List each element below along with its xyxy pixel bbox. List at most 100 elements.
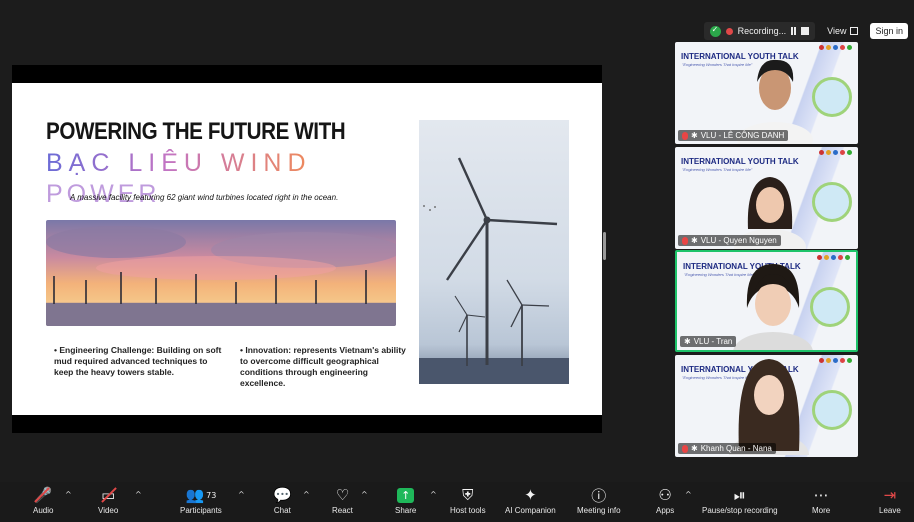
share-screen-icon: ↑ — [397, 487, 415, 503]
meeting-info-label: Meeting info — [577, 506, 621, 515]
pin-icon: ✱ — [684, 337, 691, 346]
zoom-meeting-window: Recording... View Sign in POWERING THE F… — [0, 0, 914, 522]
pause-stop-icon: ⏯ — [733, 486, 746, 504]
leave-label: Leave — [879, 506, 901, 515]
shared-screen: POWERING THE FUTURE WITH BẠC LIÊU WIND P… — [12, 65, 602, 433]
participants-icon: 👥 73 — [185, 486, 217, 504]
pin-icon: ✱ — [691, 131, 698, 140]
top-bar: Recording... View Sign in — [703, 22, 908, 40]
video-button[interactable]: ▭ Video — [98, 486, 118, 515]
audio-label: Audio — [33, 506, 54, 515]
audio-button[interactable]: 🎤 Audio — [33, 486, 53, 515]
stop-recording-icon[interactable] — [801, 27, 810, 35]
share-label: Share — [395, 506, 417, 515]
event-banner-title: INTERNATIONAL YOUTH TALK — [681, 157, 799, 166]
participant-avatar — [727, 355, 811, 457]
chat-options-caret-icon[interactable]: ^ — [303, 490, 310, 499]
video-options-caret-icon[interactable]: ^ — [135, 490, 142, 499]
leave-button[interactable]: ⇥ Leave — [879, 486, 901, 515]
slide-title-line2: BẠC LIÊU WIND — [46, 149, 312, 177]
apps-options-caret-icon[interactable]: ^ — [685, 490, 692, 499]
participant-name-tag: ✱ VLU - LÊ CÔNG DANH — [678, 130, 789, 141]
microphone-muted-icon: 🎤 — [33, 486, 53, 504]
pin-icon: ✱ — [691, 236, 698, 245]
leave-icon: ⇥ — [883, 486, 897, 504]
sponsor-logos — [819, 358, 852, 363]
chat-label: Chat — [273, 506, 291, 515]
mic-muted-icon — [682, 236, 688, 245]
ai-companion-button[interactable]: ✦ AI Companion — [505, 486, 556, 515]
more-dots-icon: ⋯ — [813, 486, 829, 504]
wind-turbine-photo — [419, 120, 569, 384]
view-label: View — [827, 26, 847, 36]
participant-name-tag: ✱ VLU - Tran — [680, 336, 737, 347]
view-button[interactable]: View — [821, 26, 864, 36]
recording-dot-icon — [725, 27, 733, 35]
pause-stop-recording-button[interactable]: ⏯ Pause/stop recording — [702, 486, 778, 515]
video-camera-off-icon: ▭ — [101, 486, 116, 504]
participants-button[interactable]: 👥 73 Participants — [180, 486, 222, 515]
participants-options-caret-icon[interactable]: ^ — [238, 490, 245, 499]
panel-resize-handle[interactable] — [603, 232, 606, 260]
participant-name: VLU - Quyen Nguyen — [700, 236, 777, 245]
participant-tile[interactable]: INTERNATIONAL YOUTH TALK "Engineering Wo… — [675, 42, 858, 144]
recording-label: Recording... — [737, 26, 787, 36]
shield-icon: ⛨ — [462, 486, 474, 504]
offshore-sunset-photo — [46, 220, 396, 326]
participant-name: Khanh Quan - Nana — [700, 444, 772, 453]
info-icon: ⓘ — [591, 486, 607, 505]
innovation-text: • Innovation: represents Vietnam's abili… — [240, 345, 406, 388]
apps-label: Apps — [656, 506, 675, 515]
share-options-caret-icon[interactable]: ^ — [430, 490, 437, 499]
security-shield-icon[interactable] — [709, 25, 721, 37]
event-badge-icon — [812, 77, 852, 117]
participant-tile-active-speaker[interactable]: INTERNATIONAL YOUTH TALK "Engineering Wo… — [675, 250, 858, 352]
react-label: React — [332, 506, 353, 515]
event-badge-icon — [810, 287, 850, 327]
sign-in-button[interactable]: Sign in — [870, 23, 908, 39]
participant-name: VLU - LÊ CÔNG DANH — [700, 131, 785, 140]
heart-icon: ♡ — [335, 486, 350, 504]
react-button[interactable]: ♡ React — [332, 486, 353, 515]
audio-options-caret-icon[interactable]: ^ — [65, 490, 72, 499]
pause-stop-label: Pause/stop recording — [702, 506, 778, 515]
slide-title-line1: POWERING THE FUTURE WITH — [46, 118, 346, 145]
mic-muted-icon — [682, 131, 688, 140]
apps-icon: ⚇ — [658, 486, 672, 504]
share-button[interactable]: ↑ Share — [395, 486, 416, 515]
participant-name: VLU - Tran — [693, 337, 733, 346]
event-badge-icon — [812, 182, 852, 222]
meeting-info-button[interactable]: ⓘ Meeting info — [577, 486, 621, 516]
participants-label: Participants — [180, 506, 222, 515]
more-button[interactable]: ⋯ More — [812, 486, 830, 515]
participant-tile[interactable]: INTERNATIONAL YOUTH TALK "Engineering Wo… — [675, 147, 858, 249]
recording-indicator: Recording... — [703, 22, 816, 40]
chat-button[interactable]: 💬 Chat — [273, 486, 292, 515]
participants-count: 73 — [206, 490, 217, 500]
presentation-slide: POWERING THE FUTURE WITH BẠC LIÊU WIND P… — [12, 83, 602, 415]
host-tools-button[interactable]: ⛨ Host tools — [450, 486, 486, 515]
chat-bubble-icon: 💬 — [273, 486, 292, 504]
pin-icon: ✱ — [691, 444, 698, 453]
meeting-toolbar: 🎤 Audio ^ ▭ Video ^ 👥 73 Participants ^ 💬… — [0, 482, 914, 522]
sponsor-logos — [819, 45, 852, 50]
event-badge-icon — [812, 390, 852, 430]
sponsor-logos — [817, 255, 850, 260]
pause-recording-icon[interactable] — [791, 27, 797, 35]
sponsor-logos — [819, 150, 852, 155]
slide-subtitle: A massive facility featuring 62 giant wi… — [70, 193, 339, 202]
participant-name-tag: ✱ Khanh Quan - Nana — [678, 443, 776, 454]
participant-name-tag: ✱ VLU - Quyen Nguyen — [678, 235, 781, 246]
sparkle-icon: ✦ — [524, 486, 537, 504]
apps-button[interactable]: ⚇ Apps — [656, 486, 674, 515]
more-label: More — [812, 506, 831, 515]
view-layout-icon — [850, 27, 859, 35]
host-tools-label: Host tools — [450, 506, 486, 515]
participant-avatar — [733, 258, 813, 350]
ai-companion-label: AI Companion — [505, 506, 556, 515]
engineering-challenge-text: • Engineering Challenge: Building on sof… — [54, 345, 222, 377]
mic-muted-icon — [682, 444, 688, 453]
react-options-caret-icon[interactable]: ^ — [361, 490, 368, 499]
participant-tile[interactable]: INTERNATIONAL YOUTH TALK "Engineering Wo… — [675, 355, 858, 457]
video-label: Video — [98, 506, 119, 515]
